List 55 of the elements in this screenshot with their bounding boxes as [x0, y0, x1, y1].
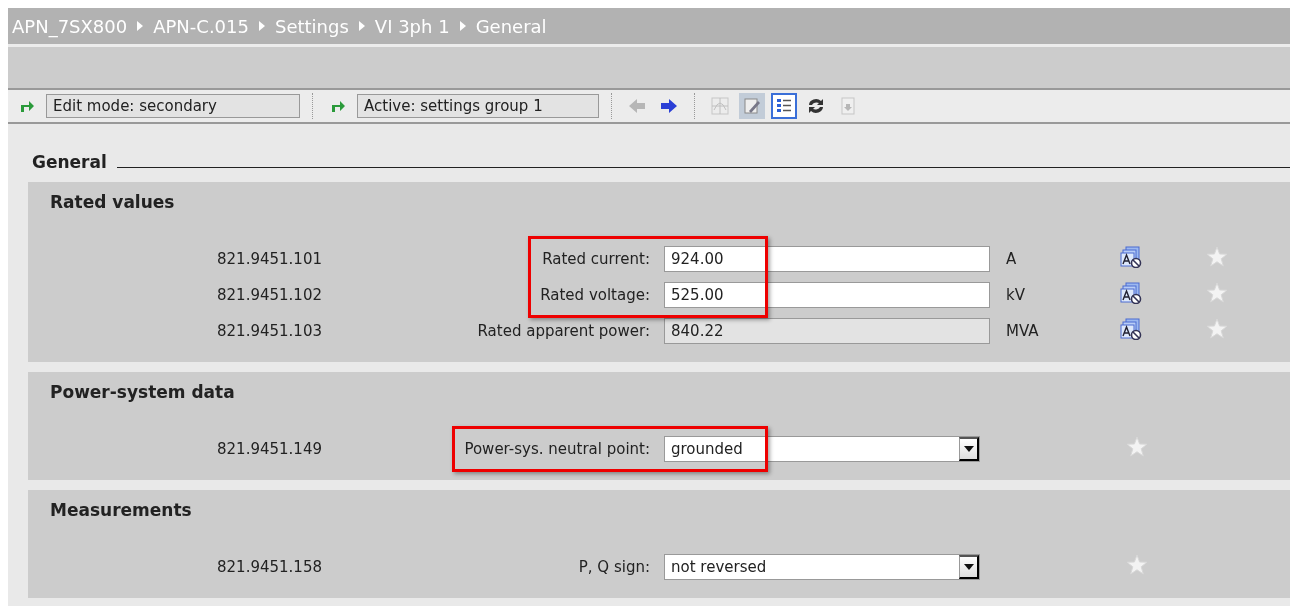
parameter-number: 821.9451.158	[216, 558, 322, 576]
star-icon	[1126, 436, 1148, 458]
parameter-number: 821.9451.102	[216, 286, 322, 304]
download-icon	[838, 96, 858, 116]
parameter-label: Power-sys. neutral point:	[463, 440, 650, 458]
dropdown-value: grounded	[670, 439, 744, 460]
dropdown-value: not reversed	[670, 557, 768, 578]
section-title: Measurements	[50, 500, 192, 520]
parameter-number: 821.9451.101	[216, 250, 322, 268]
breadcrumb-item[interactable]: APN-C.015	[153, 15, 249, 37]
dropdown-button[interactable]	[959, 555, 979, 579]
parameter-label: Rated apparent power:	[476, 322, 650, 340]
section-title: Rated values	[50, 192, 175, 212]
parameter-number: 821.9451.103	[216, 322, 322, 340]
page-title: General	[32, 152, 107, 172]
caret-icon	[963, 564, 974, 570]
back-arrow-icon	[627, 96, 647, 116]
star-icon	[1206, 246, 1228, 268]
parameter-number: 821.9451.149	[216, 440, 322, 458]
value-field[interactable]: 525.00	[664, 282, 990, 308]
parameter-label: Rated current:	[541, 250, 650, 268]
edit-icon	[742, 96, 762, 116]
breadcrumb-item[interactable]: Settings	[275, 15, 349, 37]
edit-button[interactable]	[739, 93, 765, 119]
star-icon	[1206, 318, 1228, 340]
apply-icon	[1120, 246, 1142, 268]
breadcrumb-item[interactable]: General	[475, 15, 547, 37]
forward-arrow-icon	[659, 96, 679, 116]
apply-icon	[1120, 282, 1142, 304]
parameter-label: P, Q sign:	[577, 558, 650, 576]
section-title: Power-system data	[50, 382, 235, 402]
breadcrumb-item[interactable]: APN_7SX800	[12, 15, 128, 37]
separator-icon	[358, 21, 365, 31]
breadcrumb-item[interactable]: VI 3ph 1	[374, 15, 450, 37]
edit-mode-field: Edit mode: secondary	[46, 94, 300, 118]
chart-icon	[710, 96, 730, 116]
separator-icon	[137, 21, 144, 31]
star-icon	[1126, 554, 1148, 576]
unit-label: kV	[1005, 286, 1026, 304]
dropdown-field[interactable]: grounded	[664, 436, 980, 462]
caret-icon	[963, 446, 974, 452]
value-field[interactable]: 924.00	[664, 246, 990, 272]
list-button[interactable]	[771, 93, 797, 119]
readonly-field: 840.22	[664, 318, 990, 344]
separator-icon	[459, 21, 466, 31]
star-icon	[1206, 282, 1228, 304]
apply-icon	[1120, 318, 1142, 340]
refresh-icon	[806, 96, 826, 116]
dropdown-button[interactable]	[959, 437, 979, 461]
dropdown-field[interactable]: not reversed	[664, 554, 980, 580]
active-group-field: Active: settings group 1	[357, 94, 599, 118]
parameter-label: Rated voltage:	[539, 286, 650, 304]
separator-icon	[259, 21, 265, 31]
unit-label: A	[1005, 250, 1018, 268]
unit-label: MVA	[1005, 322, 1040, 340]
